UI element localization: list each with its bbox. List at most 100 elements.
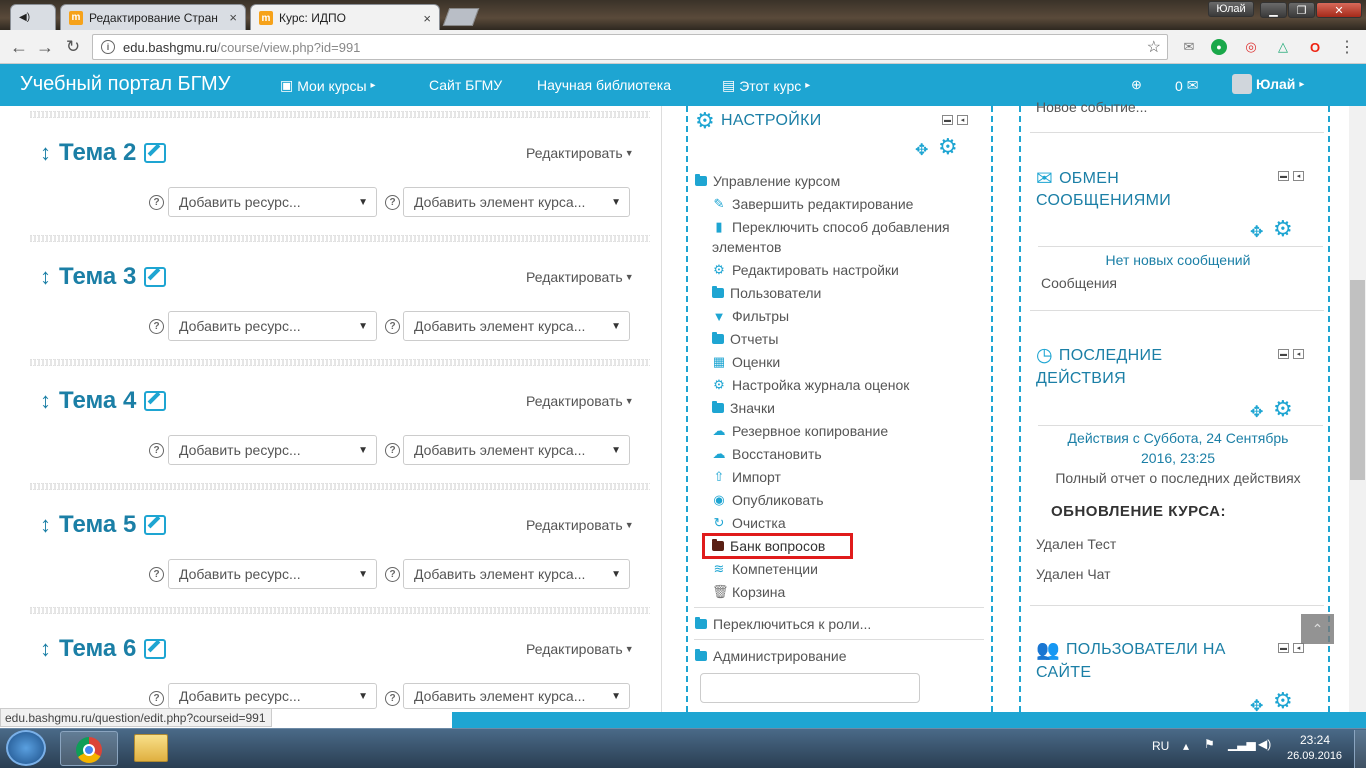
add-activity-select[interactable]: Добавить элемент курса... ▼ xyxy=(403,311,630,341)
help-icon[interactable]: ? xyxy=(149,691,164,706)
edit-title-icon[interactable] xyxy=(144,515,167,535)
reload-icon[interactable]: ↻ xyxy=(62,36,84,58)
move-icon[interactable]: ↕ xyxy=(40,140,51,166)
nav-my-courses[interactable]: ▣ Мои курсы ▸ xyxy=(280,77,376,94)
language-indicator[interactable]: RU xyxy=(1152,739,1169,753)
edit-title-icon[interactable] xyxy=(144,267,167,287)
full-report-link[interactable]: Полный отчет о последних действиях xyxy=(1036,470,1320,486)
move-block-icon[interactable]: ✥ xyxy=(1250,222,1263,242)
move-icon[interactable]: ↕ xyxy=(40,636,51,662)
new-event-link[interactable]: Новое событие... xyxy=(1036,99,1147,115)
settings-item[interactable]: ◉ Опубликовать xyxy=(712,492,823,508)
settings-item[interactable]: ✎ Завершить редактирование xyxy=(712,196,914,212)
edit-title-icon[interactable] xyxy=(144,391,167,411)
topic-title[interactable]: Тема 2 xyxy=(59,139,136,167)
add-activity-select[interactable]: Добавить элемент курса... ▼ xyxy=(403,559,630,589)
hide-block-icon[interactable]: ▬ xyxy=(1278,643,1289,653)
help-icon[interactable]: ? xyxy=(385,443,400,458)
hide-block-icon[interactable]: ▬ xyxy=(1278,349,1289,359)
block-actions-icon[interactable]: ⚙ xyxy=(1273,216,1293,242)
help-icon[interactable]: ? xyxy=(385,691,400,706)
block-actions-icon[interactable]: ⚙ xyxy=(1273,688,1293,714)
nav-library[interactable]: Научная библиотека xyxy=(537,77,671,93)
settings-item[interactable]: Значки xyxy=(712,400,775,416)
add-activity-select[interactable]: Добавить элемент курса... ▼ xyxy=(403,187,630,217)
settings-item[interactable]: ☁ Резервное копирование xyxy=(712,423,889,439)
close-tab-icon[interactable]: × xyxy=(423,11,431,26)
switch-role-node[interactable]: Переключиться к роли... xyxy=(695,616,871,632)
edit-menu[interactable]: Редактировать ▼ xyxy=(526,393,634,409)
scroll-to-top-button[interactable]: ⌃ xyxy=(1301,614,1334,644)
network-alert-icon[interactable]: ⚑ xyxy=(1204,737,1215,751)
settings-item[interactable]: ⚙ Редактировать настройки xyxy=(712,262,899,278)
add-resource-select[interactable]: Добавить ресурс... ▼ xyxy=(168,559,377,589)
help-icon[interactable]: ? xyxy=(149,195,164,210)
help-icon[interactable]: ? xyxy=(385,567,400,582)
move-block-icon[interactable]: ✥ xyxy=(915,140,928,160)
dock-block-icon[interactable]: ◂ xyxy=(1293,349,1304,359)
mail-extension-icon[interactable]: ✉ xyxy=(1180,38,1198,56)
edit-title-icon[interactable] xyxy=(144,143,167,163)
hide-block-icon[interactable]: ▬ xyxy=(1278,171,1289,181)
show-desktop-button[interactable] xyxy=(1354,730,1366,768)
add-resource-select[interactable]: Добавить ресурс... ▼ xyxy=(168,311,377,341)
add-resource-select[interactable]: Добавить ресурс... ▼ xyxy=(168,683,377,709)
green-extension-icon[interactable]: ● xyxy=(1211,39,1227,55)
add-activity-select[interactable]: Добавить элемент курса... ▼ xyxy=(403,683,630,709)
update-item[interactable]: Удален Тест xyxy=(1036,536,1116,552)
nav-this-course[interactable]: ▤ Этот курс ▸ xyxy=(722,77,810,94)
dock-block-icon[interactable]: ◂ xyxy=(957,115,968,125)
topic-title[interactable]: Тема 5 xyxy=(59,511,136,539)
help-icon[interactable]: ? xyxy=(385,195,400,210)
help-icon[interactable]: ? xyxy=(149,567,164,582)
help-icon[interactable]: ? xyxy=(149,319,164,334)
edit-menu[interactable]: Редактировать ▼ xyxy=(526,517,634,533)
topic-title[interactable]: Тема 6 xyxy=(59,635,136,663)
start-button[interactable] xyxy=(6,730,46,766)
tab-course[interactable]: m Курс: ИДПО × xyxy=(250,4,440,31)
settings-item[interactable]: ▦ Оценки xyxy=(712,354,780,370)
move-block-icon[interactable]: ✥ xyxy=(1250,402,1263,422)
forward-icon[interactable]: → xyxy=(34,36,56,58)
settings-item-continued[interactable]: элементов xyxy=(712,239,781,255)
edit-menu[interactable]: Редактировать ▼ xyxy=(526,641,634,657)
topic-title[interactable]: Тема 4 xyxy=(59,387,136,415)
tray-arrow-icon[interactable]: ▴ xyxy=(1183,739,1189,753)
profile-button[interactable]: Юлай xyxy=(1208,1,1254,17)
topic-title[interactable]: Тема 3 xyxy=(59,263,136,291)
back-icon[interactable]: ← xyxy=(8,36,30,58)
taskbar-chrome[interactable] xyxy=(60,731,118,766)
messages-menu[interactable]: 0 ✉ xyxy=(1175,77,1199,94)
add-activity-select[interactable]: Добавить элемент курса... ▼ xyxy=(403,435,630,465)
admin-search-input[interactable] xyxy=(700,673,920,703)
hide-block-icon[interactable]: ▬ xyxy=(942,115,953,125)
notifications-icon[interactable]: ⊕ xyxy=(1131,77,1142,93)
volume-icon[interactable]: ◀) xyxy=(1258,737,1271,751)
site-brand[interactable]: Учебный портал БГМУ xyxy=(20,73,230,96)
settings-item[interactable]: ⚙ Настройка журнала оценок xyxy=(712,377,909,393)
clock-date[interactable]: 26.09.2016 xyxy=(1287,750,1342,762)
move-icon[interactable]: ↕ xyxy=(40,512,51,538)
address-bar[interactable]: i edu.bashgmu.ru/course/view.php?id=991 … xyxy=(92,34,1168,60)
user-menu[interactable]: Юлай ▸ xyxy=(1232,74,1304,94)
settings-item[interactable]: ↻ Очистка xyxy=(712,515,786,531)
info-icon[interactable]: i xyxy=(101,40,115,54)
maximize-button[interactable]: ❐ xyxy=(1288,2,1315,18)
block-actions-icon[interactable]: ⚙ xyxy=(938,134,958,160)
update-item[interactable]: Удален Чат xyxy=(1036,566,1111,582)
move-icon[interactable]: ↕ xyxy=(40,264,51,290)
add-resource-select[interactable]: Добавить ресурс... ▼ xyxy=(168,435,377,465)
drive-extension-icon[interactable]: △ xyxy=(1274,38,1292,56)
explorer-icon[interactable] xyxy=(134,734,168,762)
dock-block-icon[interactable]: ◂ xyxy=(1293,171,1304,181)
edit-title-icon[interactable] xyxy=(144,639,167,659)
move-icon[interactable]: ↕ xyxy=(40,388,51,414)
bookmark-star-icon[interactable]: ☆ xyxy=(1147,37,1161,57)
audio-tab[interactable]: ◀) xyxy=(10,4,56,31)
menu-icon[interactable]: ⋮ xyxy=(1338,38,1356,56)
settings-item[interactable]: ⇧ Импорт xyxy=(712,469,781,485)
tab-edit-page[interactable]: m Редактирование Стран × xyxy=(60,4,246,31)
settings-item[interactable]: ☁ Восстановить xyxy=(712,446,822,462)
minimize-button[interactable]: ▁ xyxy=(1260,2,1287,18)
opera-extension-icon[interactable]: O xyxy=(1306,38,1324,56)
